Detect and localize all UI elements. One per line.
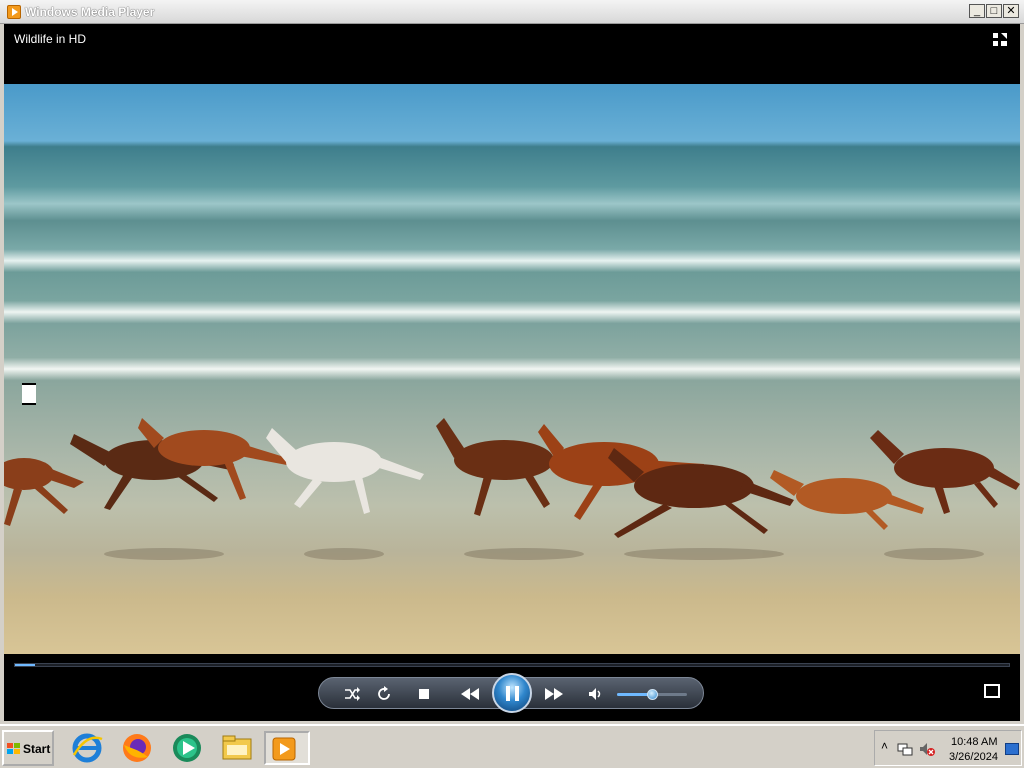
windows-logo-icon	[7, 743, 20, 754]
windows-media-player-task[interactable]	[264, 731, 310, 765]
start-label: Start	[23, 742, 51, 756]
pause-icon	[515, 686, 519, 701]
seek-progress	[15, 664, 35, 666]
seek-bar[interactable]	[14, 663, 1010, 667]
fullscreen-icon[interactable]	[984, 684, 1000, 698]
media-player-window: Windows Media Player _ □ ✕ Wildlife in H…	[0, 0, 1024, 724]
pause-icon	[506, 686, 510, 701]
show-desktop-icon[interactable]	[1005, 743, 1019, 755]
busy-cursor-icon	[22, 383, 36, 405]
windows-media-player-icon	[272, 737, 296, 761]
playback-controls	[318, 673, 704, 713]
fast-forward-icon[interactable]	[543, 685, 565, 703]
firefox-icon[interactable]	[120, 731, 154, 765]
speaker-icon[interactable]	[587, 685, 605, 703]
file-explorer-icon[interactable]	[220, 731, 254, 765]
repeat-icon[interactable]	[375, 685, 393, 703]
window-title: Windows Media Player	[25, 5, 155, 19]
media-player-icon	[7, 5, 21, 19]
pause-button[interactable]	[492, 673, 532, 713]
title-bar[interactable]: Windows Media Player _ □ ✕	[0, 0, 1024, 24]
internet-explorer-icon[interactable]	[70, 731, 104, 765]
now-playing-title: Wildlife in HD	[14, 32, 87, 46]
running-horses-image	[4, 418, 1020, 560]
start-button[interactable]: Start	[2, 730, 54, 766]
network-icon[interactable]	[897, 741, 913, 757]
shuffle-icon[interactable]	[343, 685, 361, 703]
volume-slider[interactable]	[617, 689, 687, 700]
clock-time[interactable]: 10:48 AM	[951, 736, 997, 748]
volume-muted-icon[interactable]	[919, 741, 935, 757]
media-center-icon[interactable]	[170, 731, 204, 765]
system-tray: ˄ 10:48 AM 3/26/2024	[874, 730, 1022, 766]
player-area: Wildlife in HD	[4, 24, 1020, 721]
rewind-icon[interactable]	[459, 685, 481, 703]
clock-date[interactable]: 3/26/2024	[949, 751, 998, 763]
video-frame[interactable]	[4, 84, 1020, 654]
maximize-button[interactable]: □	[986, 4, 1002, 18]
volume-thumb[interactable]	[647, 689, 658, 700]
taskbar: Start ˄ 10:48 AM 3/26/2024	[0, 724, 1024, 768]
show-hidden-icons-icon[interactable]: ˄	[881, 739, 888, 753]
minimize-button[interactable]: _	[969, 4, 985, 18]
switch-to-library-icon[interactable]	[992, 32, 1008, 48]
stop-icon[interactable]	[415, 685, 433, 703]
close-button[interactable]: ✕	[1003, 4, 1019, 18]
